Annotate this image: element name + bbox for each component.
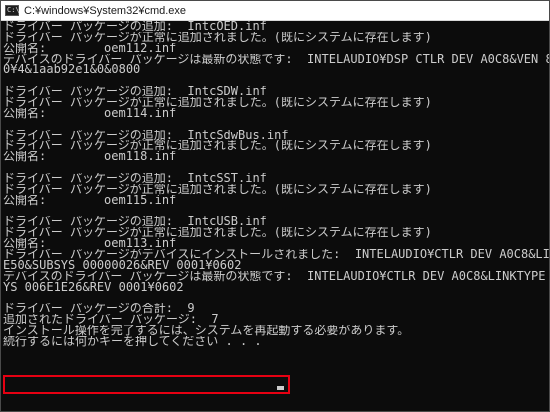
title-bar[interactable]: C:\ C:¥windows¥System32¥cmd.exe [1, 1, 549, 21]
console-line: ドライバー パッケージがデバイスにインストールされました: INTELAUDIO… [3, 249, 549, 260]
console-line: 公開名: oem113.inf [3, 238, 177, 250]
console-line: 追加されたドライバー パッケージ: 7 [3, 314, 219, 326]
console-line: 公開名: oem112.inf [3, 42, 177, 54]
text-cursor [277, 386, 284, 390]
console-output[interactable]: ドライバー パッケージの追加: IntcOED.inf ドライバー パッケージが… [1, 21, 549, 411]
console-line: デバイスのドライバー パッケージは最新の状態です: INTELAUDIO¥CTL… [3, 270, 549, 282]
cmd-window: C:\ C:¥windows¥System32¥cmd.exe ドライバー パッ… [0, 0, 550, 412]
console-line: 0¥4&1aab92e1&0&0800 [3, 64, 141, 76]
console-line: ドライバー パッケージが正常に追加されました。(既にシステムに存在します) [3, 227, 432, 239]
console-line: 公開名: oem115.inf [3, 194, 177, 206]
console-line: インストール操作を完了するには、システムを再起動する必要があります。 [3, 325, 410, 336]
console-line: ドライバー パッケージが正常に追加されました。(既にシステムに存在します) [3, 31, 432, 43]
prompt-highlight-box [3, 375, 290, 394]
console-line: デバイスのドライバー パッケージは最新の状態です: INTELAUDIO¥DSP… [3, 53, 549, 65]
press-any-key-prompt: 続行するには何かキーを押してください . . . [3, 335, 262, 347]
console-line: ドライバー パッケージの追加: IntcSdwBus.inf [3, 129, 289, 141]
cmd-console-icon: C:\ [5, 5, 20, 16]
console-line: ドライバー パッケージの追加: IntcOED.inf [3, 21, 267, 32]
window-title: C:¥windows¥System32¥cmd.exe [24, 4, 187, 17]
console-line: E50&SUBSYS_00000026&REV_0001¥0602 [3, 259, 242, 271]
console-line: ドライバー パッケージの追加: IntcUSB.inf [3, 216, 267, 228]
console-line: ドライバー パッケージの合計: 9 [3, 303, 195, 315]
console-line: ドライバー パッケージが正常に追加されました。(既にシステムに存在します) [3, 97, 432, 108]
console-line: YS_006E1E26&REV_0001¥0602 [3, 281, 184, 293]
console-line: 公開名: oem118.inf [3, 151, 177, 163]
console-line: ドライバー パッケージの追加: IntcSST.inf [3, 173, 267, 184]
console-line: 公開名: oem114.inf [3, 107, 177, 119]
console-line: ドライバー パッケージが正常に追加されました。(既にシステムに存在します) [3, 140, 432, 152]
console-line: ドライバー パッケージの追加: IntcSDW.inf [3, 86, 267, 98]
console-line: ドライバー パッケージが正常に追加されました。(既にシステムに存在します) [3, 183, 432, 195]
